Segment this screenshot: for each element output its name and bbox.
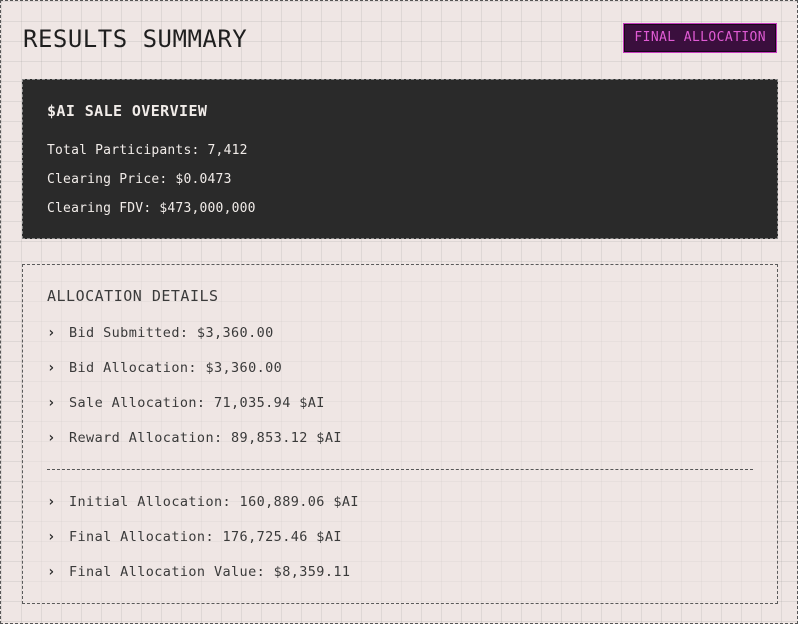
final-allocation-badge: FINAL ALLOCATION [623,23,777,53]
detail-text: Reward Allocation: 89,853.12 $AI [69,429,342,446]
header: RESULTS SUMMARY FINAL ALLOCATION [21,1,777,79]
chevron-right-icon: › [47,324,56,341]
chevron-right-icon: › [47,563,56,580]
page-title: RESULTS SUMMARY [23,25,248,53]
chevron-right-icon: › [47,493,56,510]
bid-allocation-item: › Bid Allocation: $3,360.00 [47,350,753,385]
chevron-right-icon: › [47,359,56,376]
chevron-right-icon: › [47,429,56,446]
final-allocation-item: › Final Allocation: 176,725.46 $AI [47,519,753,554]
detail-text: Final Allocation Value: $8,359.11 [69,563,351,580]
total-participants: Total Participants: 7,412 [47,143,248,158]
chevron-right-icon: › [47,394,56,411]
results-summary-page: RESULTS SUMMARY FINAL ALLOCATION $AI SAL… [0,0,798,624]
clearing-price: Clearing Price: $0.0473 [47,172,232,187]
initial-allocation-item: › Initial Allocation: 160,889.06 $AI [47,484,753,519]
reward-allocation-item: › Reward Allocation: 89,853.12 $AI [47,420,753,455]
chevron-right-icon: › [47,528,56,545]
detail-text: Initial Allocation: 160,889.06 $AI [69,493,359,510]
sale-allocation-item: › Sale Allocation: 71,035.94 $AI [47,385,753,420]
allocation-list-final: › Initial Allocation: 160,889.06 $AI › F… [47,484,753,589]
details-title: ALLOCATION DETAILS [47,287,219,305]
bid-submitted-item: › Bid Submitted: $3,360.00 [47,315,753,350]
detail-text: Bid Allocation: $3,360.00 [69,359,283,376]
detail-text: Sale Allocation: 71,035.94 $AI [69,394,325,411]
section-divider [47,469,753,470]
detail-text: Bid Submitted: $3,360.00 [69,324,274,341]
allocation-list-primary: › Bid Submitted: $3,360.00 › Bid Allocat… [47,315,753,455]
detail-text: Final Allocation: 176,725.46 $AI [69,528,342,545]
clearing-fdv: Clearing FDV: $473,000,000 [47,201,256,216]
overview-title: $AI SALE OVERVIEW [47,102,208,120]
final-allocation-value-item: › Final Allocation Value: $8,359.11 [47,554,753,589]
allocation-details-panel: ALLOCATION DETAILS › Bid Submitted: $3,3… [22,264,778,604]
sale-overview-panel: $AI SALE OVERVIEW Total Participants: 7,… [22,79,778,239]
